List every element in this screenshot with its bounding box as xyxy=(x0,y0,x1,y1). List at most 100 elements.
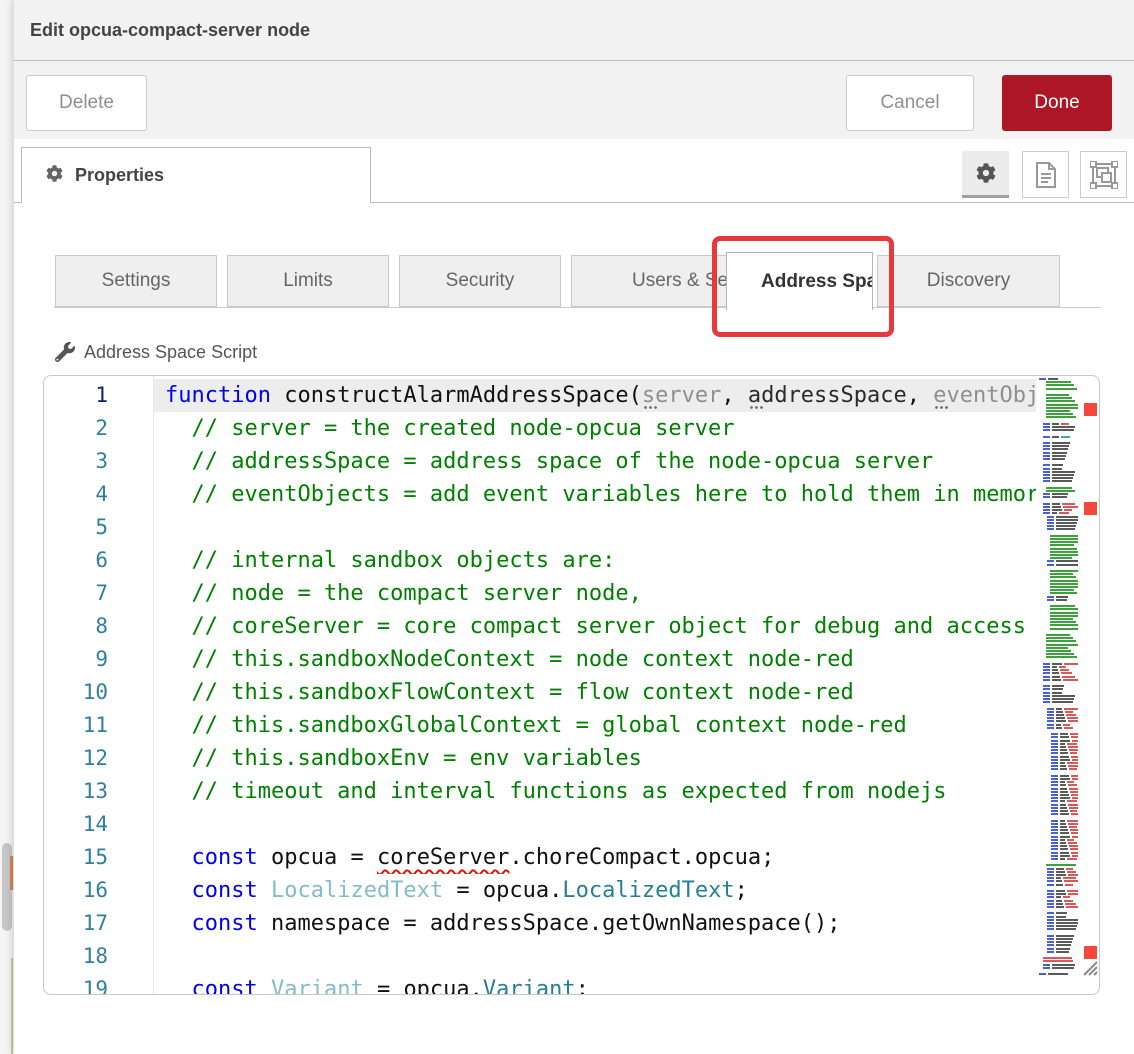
code-line-2[interactable]: 2 // server = the created node-opcua ser… xyxy=(44,412,1036,445)
minimap-row xyxy=(1048,973,1068,975)
description-icon-button[interactable] xyxy=(1022,151,1069,198)
minimap-row xyxy=(1047,522,1054,524)
code-line-10[interactable]: 10 // this.sandboxFlowContext = flow con… xyxy=(44,676,1036,709)
line-content: // internal sandbox objects are: xyxy=(165,544,1036,577)
minimap-row xyxy=(1064,708,1078,710)
code-line-8[interactable]: 8 // coreServer = core compact server ob… xyxy=(44,610,1036,643)
code-line-9[interactable]: 9 // this.sandboxNodeContext = node cont… xyxy=(44,643,1036,676)
line-number: 19 xyxy=(44,973,108,995)
minimap-row xyxy=(1060,810,1068,812)
minimap-row xyxy=(1052,663,1062,665)
minimap-row xyxy=(1056,935,1074,937)
code-line-15[interactable]: 15 const opcua = coreServer.choreCompact… xyxy=(44,841,1036,874)
code-line-3[interactable]: 3 // addressSpace = address space of the… xyxy=(44,445,1036,478)
editor-minimap[interactable] xyxy=(1036,378,1078,994)
line-number: 1 xyxy=(44,379,108,412)
minimap-row xyxy=(1052,458,1065,460)
minimap-row xyxy=(1050,557,1072,559)
cancel-button[interactable]: Cancel xyxy=(846,75,974,131)
node-tab-address-space[interactable]: Address Space xyxy=(726,252,873,310)
code-line-18[interactable]: 18 xyxy=(44,940,1036,973)
minimap-row xyxy=(1043,493,1050,495)
minimap-row xyxy=(1046,650,1071,652)
minimap-row xyxy=(1056,919,1078,921)
minimap-row xyxy=(1070,733,1078,735)
minimap-row xyxy=(1047,951,1054,953)
minimap-row xyxy=(1060,784,1066,786)
code-line-16[interactable]: 16 const LocalizedText = opcua.Localized… xyxy=(44,874,1036,907)
minimap-row xyxy=(1043,512,1050,514)
code-line-11[interactable]: 11 // this.sandboxGlobalContext = global… xyxy=(44,709,1036,742)
minimap-row xyxy=(1051,839,1058,841)
code-line-7[interactable]: 7 // node = the compact server node, xyxy=(44,577,1036,610)
code-line-1[interactable]: 1 function constructAlarmAddressSpace(ser… xyxy=(44,379,1036,412)
minimap-row xyxy=(1056,928,1076,930)
minimap-row xyxy=(1060,823,1066,825)
minimap-row xyxy=(1051,733,1058,735)
minimap-row xyxy=(1056,711,1063,713)
appearance-icon-button[interactable] xyxy=(1080,151,1127,198)
minimap-row xyxy=(1060,749,1067,751)
workspace-artifact xyxy=(11,958,13,1054)
delete-button[interactable]: Delete xyxy=(26,75,147,131)
object-group-icon xyxy=(1090,161,1118,189)
code-line-13[interactable]: 13 // timeout and interval functions as … xyxy=(44,775,1036,808)
minimap-row xyxy=(1047,874,1054,876)
minimap-row xyxy=(1046,404,1078,406)
minimap-row xyxy=(1056,925,1077,927)
code-line-17[interactable]: 17 const namespace = addressSpace.getOwn… xyxy=(44,907,1036,940)
minimap-row xyxy=(1047,717,1054,719)
minimap-row xyxy=(1060,804,1066,806)
minimap-row xyxy=(1047,519,1054,521)
error-marker[interactable] xyxy=(1084,502,1097,515)
error-marker[interactable] xyxy=(1084,403,1097,416)
tab-properties[interactable]: Properties xyxy=(21,147,371,203)
code-line-5[interactable]: 5 xyxy=(44,511,1036,544)
minimap-row xyxy=(1046,416,1076,418)
minimap-row xyxy=(1043,464,1050,466)
workspace-artifact xyxy=(10,856,13,890)
minimap-row xyxy=(1056,906,1064,908)
node-tab-limits[interactable]: Limits xyxy=(227,255,389,307)
code-editor[interactable]: 1 function constructAlarmAddressSpace(ser… xyxy=(43,375,1100,995)
editor-resize-grip[interactable] xyxy=(1080,958,1098,981)
code-line-12[interactable]: 12 // this.sandboxEnv = env variables xyxy=(44,742,1036,775)
minimap-row xyxy=(1046,490,1075,492)
properties-icon-button[interactable] xyxy=(962,151,1009,198)
minimap-row xyxy=(1050,586,1078,588)
done-button[interactable]: Done xyxy=(1002,75,1112,131)
minimap-row xyxy=(1051,832,1058,834)
node-tab-security[interactable]: Security xyxy=(399,255,561,307)
minimap-row xyxy=(1070,848,1078,850)
line-content: // this.sandboxNodeContext = node contex… xyxy=(165,643,1036,676)
node-tab-users-sets[interactable]: Users & Sets xyxy=(571,255,733,307)
line-number: 4 xyxy=(44,478,108,511)
minimap-row xyxy=(1067,839,1074,841)
minimap-row xyxy=(1052,423,1059,425)
minimap-row xyxy=(1043,423,1050,425)
minimap-row xyxy=(1066,906,1078,908)
line-content: function constructAlarmAddressSpace(serv… xyxy=(165,379,1036,412)
node-tab-settings[interactable]: Settings xyxy=(55,255,217,307)
minimap-row xyxy=(1047,880,1054,882)
minimap-row xyxy=(1043,698,1050,700)
minimap-row xyxy=(1068,874,1078,876)
code-line-14[interactable]: 14 xyxy=(44,808,1036,841)
minimap-row xyxy=(1070,829,1078,831)
minimap-row xyxy=(1047,906,1054,908)
node-tab-discovery[interactable]: Discovery xyxy=(877,255,1060,307)
code-line-19[interactable]: 19 const Variant = opcua.Variant; xyxy=(44,973,1036,995)
minimap-row xyxy=(1071,832,1078,834)
code-line-4[interactable]: 4 // eventObjects = add event variables … xyxy=(44,478,1036,511)
minimap-row xyxy=(1067,717,1078,719)
minimap-row xyxy=(1072,797,1078,799)
minimap-row xyxy=(1069,749,1078,751)
minimap-row xyxy=(1056,903,1063,905)
line-content: // addressSpace = address space of the n… xyxy=(165,445,1036,478)
minimap-row xyxy=(1047,928,1054,930)
code-line-6[interactable]: 6 // internal sandbox objects are: xyxy=(44,544,1036,577)
minimap-row xyxy=(1043,442,1050,444)
minimap-row xyxy=(1047,922,1054,924)
minimap-row xyxy=(1070,810,1077,812)
minimap-row xyxy=(1060,794,1069,796)
